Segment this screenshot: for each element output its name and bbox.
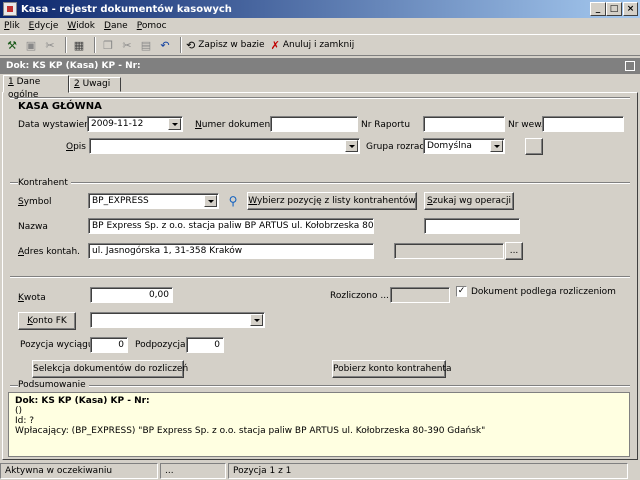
symbol-field[interactable]: BP_EXPRESS [88,193,219,209]
dokument-rozliczenia-label: Dokument podlega rozliczeniom [471,287,616,297]
kwota-divider [10,276,630,278]
chevron-down-icon[interactable] [168,118,181,130]
app-icon [3,2,17,16]
header-window-icon[interactable] [625,61,635,71]
podpozycja-input[interactable]: 0 [186,337,224,353]
nazwa-input[interactable]: BP Express Sp. z o.o. stacja paliw BP AR… [88,218,374,234]
properties-icon[interactable]: ▦ [71,37,87,53]
data-wystawienia-value: 2009-11-12 [91,119,144,129]
kontrahent-group-label: Kontrahent [18,178,71,188]
summary-id: Id: ? [15,416,35,426]
chevron-down-icon[interactable] [204,195,217,207]
summary-wplacajacy: Wpłacający: (BP_EXPRESS) "BP Express Sp.… [15,426,486,436]
opis-field[interactable] [89,138,360,154]
save-label: Zapisz w bazie [198,40,265,50]
delete-icon[interactable]: ✂ [42,37,58,53]
nr-wew-input[interactable] [542,116,624,132]
title-bar: Kasa - rejestr dokumentów kasowych _ □ × [0,0,640,18]
opis-label: Opis [66,142,86,152]
data-wystawienia-label: Data wystawienia [18,120,98,130]
minimize-button[interactable]: _ [590,2,606,16]
status-state: Aktywna w oczekiwaniu [0,463,158,479]
window-title: Kasa - rejestr dokumentów kasowych [21,3,232,15]
save-icon: ⟲ [186,38,196,52]
numer-dokumentu-label: Numer dokumentu [195,120,280,130]
summary-line: () [15,406,23,416]
section-divider [10,97,630,99]
szukaj-operacji-button[interactable]: Szukaj wg operacji [424,192,514,210]
pozycja-wyciagu-input[interactable]: 0 [90,337,128,353]
nazwa-extra-input[interactable] [424,218,520,234]
document-header: Dok: KS KP (Kasa) KP - Nr: [0,58,640,74]
nr-raportu-label: Nr Raportu [361,120,411,130]
numer-dokumentu-input[interactable] [270,116,358,132]
copy-icon[interactable]: ❐ [100,37,116,53]
menu-edycje[interactable]: Edycje [29,21,59,31]
cancel-icon: ✗ [270,38,280,52]
grupa-extra-button[interactable] [525,138,543,155]
grupa-rozrach-field[interactable]: Domyślna [423,138,505,154]
adres-input[interactable]: ul. Jasnogórska 1, 31-358 Kraków [88,243,374,259]
paste-icon[interactable]: ▤ [138,37,154,53]
dokument-rozliczenia-checkbox[interactable]: ✓ [456,286,467,297]
summary-title: Dok: KS KP (Kasa) KP - Nr: [15,396,150,406]
toolbar-separator [65,37,67,53]
menu-widok[interactable]: Widok [67,21,95,31]
status-position: Pozycja 1 z 1 [228,463,628,479]
chevron-down-icon[interactable] [250,314,263,326]
selekcja-dokumentow-button[interactable]: Selekcja dokumentów do rozliczeń [32,360,188,378]
maximize-button[interactable]: □ [606,2,622,16]
cancel-button[interactable]: ✗ Anuluj i zamknij [271,39,355,52]
search-contractor-icon[interactable]: ⚲ [224,192,242,210]
status-bar: Aktywna w oczekiwaniu ... Pozycja 1 z 1 [0,462,640,480]
podpozycja-label: Podpozycja: [135,340,189,350]
rozliczono-label: Rozliczono ... [330,291,389,301]
cut-icon[interactable]: ✂ [119,37,135,53]
tab-uwagi[interactable]: 2 Uwagi [69,77,121,92]
save-button[interactable]: ⟲ Zapisz w bazie [186,39,265,52]
section-title: KASA GŁÓWNA [18,101,102,112]
cancel-label: Anuluj i zamknij [282,40,355,50]
nr-wew-label: Nr wew. [508,120,544,130]
menu-bar: Plik Edycje Widok Dane Pomoc [0,18,640,34]
kwota-label: Kwota [18,293,46,303]
undo-icon[interactable]: ↶ [157,37,173,53]
nazwa-label: Nazwa [18,222,48,232]
wybierz-kontrahent-button[interactable]: Wybierz pozycję z listy kontrahentów [247,192,417,210]
toolbar-separator [180,37,182,53]
grupa-rozrach-value: Domyślna [427,141,472,151]
adres-extra-input [394,243,504,259]
document-header-text: Dok: KS KP (Kasa) KP - Nr: [6,61,141,71]
nr-raportu-input[interactable] [423,116,505,132]
toolbar-separator [94,37,96,53]
summary-panel: Dok: KS KP (Kasa) KP - Nr: () Id: ? Wpła… [8,392,630,457]
close-button[interactable]: × [623,2,638,16]
summary-group-label: Podsumowanie [18,380,89,390]
rozliczono-field [390,287,450,303]
toolbar: ⚒ ▣ ✂ ▦ ❐ ✂ ▤ ↶ ⟲ Zapisz w bazie ✗ Anulu… [0,34,640,56]
status-middle: ... [160,463,226,479]
menu-pomoc[interactable]: Pomoc [137,21,167,31]
data-wystawienia-field[interactable]: 2009-11-12 [87,116,183,132]
pobierz-konto-button[interactable]: Pobierz konto kontrahenta [332,360,451,378]
tab-dane-ogolne[interactable]: 1 Dane ogólne [3,75,69,100]
summary-divider [10,385,630,387]
tools-icon[interactable]: ⚒ [4,37,20,53]
chevron-down-icon[interactable] [345,140,358,152]
konto-fk-field[interactable] [90,312,265,328]
adres-label: Adres kontah. [18,247,81,257]
menu-plik[interactable]: Plik [4,21,20,31]
save-disk-icon[interactable]: ▣ [23,37,39,53]
pozycja-wyciagu-label: Pozycja wyciągu: [20,340,97,350]
konto-fk-button[interactable]: Konto FK [18,312,76,330]
kwota-input[interactable]: 0,00 [90,287,173,303]
adres-ellipsis-button[interactable]: ... [505,242,523,260]
kontrahent-divider [10,182,630,184]
symbol-value: BP_EXPRESS [92,196,149,206]
menu-dane[interactable]: Dane [104,21,128,31]
symbol-label: Symbol [18,197,52,207]
chevron-down-icon[interactable] [490,140,503,152]
